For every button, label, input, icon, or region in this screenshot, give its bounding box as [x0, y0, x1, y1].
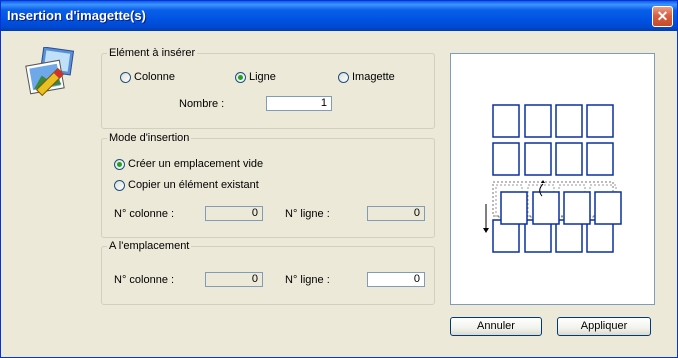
location-group-legend: A l'emplacement	[107, 240, 192, 252]
radio-copy-existing-label: Copier un élément existant	[128, 179, 259, 191]
preview-cell	[586, 219, 614, 253]
moving-cell	[563, 191, 591, 225]
preview-panel	[450, 53, 655, 305]
preview-cell	[555, 104, 583, 138]
preview-cell	[555, 219, 583, 253]
radio-colonne-label: Colonne	[134, 71, 175, 83]
preview-cell	[492, 142, 520, 176]
radio-ligne[interactable]: Ligne	[235, 71, 276, 83]
location-group: A l'emplacement N° colonne : 0 N° ligne …	[101, 240, 435, 305]
image-insert-icon	[25, 47, 75, 97]
preview-cell	[524, 142, 552, 176]
nombre-label: Nombre :	[179, 98, 225, 110]
location-colonne-label: N° colonne :	[114, 274, 175, 286]
location-ligne-input[interactable]: 0	[367, 272, 425, 287]
radio-imagette[interactable]: Imagette	[338, 71, 395, 83]
preview-cell	[492, 104, 520, 138]
nombre-input[interactable]: 1	[266, 96, 332, 111]
mode-ligne-label: N° ligne :	[285, 208, 330, 220]
dialog-window: Insertion d'imagette(s) ✕ Elément à insé…	[0, 0, 678, 358]
apply-button[interactable]: Appliquer	[557, 317, 651, 336]
radio-imagette-indicator[interactable]	[338, 71, 349, 83]
preview-cell	[524, 219, 552, 253]
close-button[interactable]: ✕	[652, 6, 673, 27]
location-ligne-label: N° ligne :	[285, 274, 330, 286]
mode-colonne-field: 0	[205, 206, 263, 221]
window-title: Insertion d'imagette(s)	[7, 8, 146, 23]
preview-cell	[555, 142, 583, 176]
radio-colonne-indicator[interactable]	[120, 71, 131, 83]
close-icon: ✕	[656, 8, 669, 24]
radio-ligne-label: Ligne	[249, 71, 276, 83]
radio-ligne-indicator[interactable]	[235, 71, 246, 83]
radio-colonne[interactable]: Colonne	[120, 71, 175, 83]
radio-create-empty-label: Créer un emplacement vide	[128, 158, 264, 170]
moving-cell	[500, 191, 528, 225]
mode-group-legend: Mode d'insertion	[107, 132, 192, 144]
radio-copy-existing-indicator[interactable]	[114, 179, 125, 191]
radio-imagette-label: Imagette	[352, 71, 395, 83]
radio-create-empty-indicator[interactable]	[114, 158, 125, 170]
insertion-mode-group: Mode d'insertion Créer un emplacement vi…	[101, 132, 435, 238]
mode-ligne-field: 0	[367, 206, 425, 221]
moving-cell	[532, 191, 560, 225]
dialog-content: Elément à insérer Colonne Ligne Imagette…	[4, 31, 674, 355]
insertion-preview-diagram	[483, 104, 622, 253]
mode-colonne-label: N° colonne :	[114, 208, 175, 220]
preview-cell	[492, 219, 520, 253]
preview-cell	[586, 142, 614, 176]
preview-cell	[524, 104, 552, 138]
radio-create-empty[interactable]: Créer un emplacement vide	[114, 158, 263, 170]
cancel-button[interactable]: Annuler	[450, 317, 542, 336]
title-bar[interactable]: Insertion d'imagette(s) ✕	[1, 1, 677, 31]
element-group-legend: Elément à insérer	[107, 47, 198, 59]
radio-copy-existing[interactable]: Copier un élément existant	[114, 179, 259, 191]
element-to-insert-group: Elément à insérer Colonne Ligne Imagette…	[101, 47, 435, 129]
location-colonne-field: 0	[205, 272, 263, 287]
moving-cell	[594, 191, 622, 225]
preview-cell	[586, 104, 614, 138]
